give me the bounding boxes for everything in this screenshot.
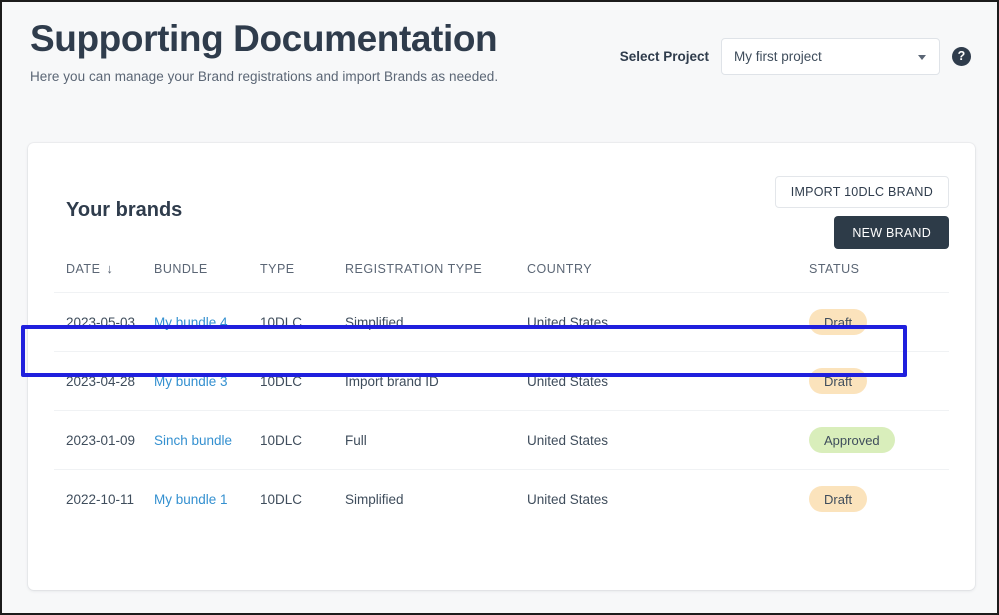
cell-type: 10DLC [260, 352, 345, 411]
bundle-link[interactable]: My bundle 4 [154, 315, 228, 330]
cell-date: 2022-10-11 [54, 470, 154, 529]
status-badge: Draft [809, 309, 867, 335]
import-10dlc-brand-button[interactable]: IMPORT 10DLC BRAND [775, 176, 949, 208]
project-selector: Select Project My first project ? [620, 38, 971, 75]
cell-date: 2023-05-03 [54, 293, 154, 352]
cell-registration-type: Full [345, 411, 527, 470]
table-header: DATE ↓ BUNDLE TYPE REGISTRATION TYPE COUN… [54, 261, 949, 293]
column-header-bundle[interactable]: BUNDLE [154, 261, 260, 293]
bundle-link[interactable]: Sinch bundle [154, 433, 232, 448]
table-row[interactable]: 2022-10-11My bundle 1 10DLCSimplifiedUnit… [54, 470, 949, 529]
table-row[interactable]: 2023-04-28My bundle 3 10DLCImport brand I… [54, 352, 949, 411]
cell-status: Approved [809, 411, 949, 470]
brands-table: DATE ↓ BUNDLE TYPE REGISTRATION TYPE COUN… [54, 261, 949, 529]
column-header-type[interactable]: TYPE [260, 261, 345, 293]
cell-country: United States [527, 470, 809, 529]
cell-status: Draft [809, 470, 949, 529]
table-row[interactable]: 2023-01-09Sinch bundle 10DLCFullUnited St… [54, 411, 949, 470]
status-badge: Draft [809, 486, 867, 512]
cell-registration-type: Simplified [345, 293, 527, 352]
project-dropdown-value: My first project [734, 49, 822, 64]
cell-status: Draft [809, 352, 949, 411]
cell-type: 10DLC [260, 411, 345, 470]
bundle-link[interactable]: My bundle 3 [154, 374, 228, 389]
status-badge: Draft [809, 368, 867, 394]
page-header: Supporting Documentation Here you can ma… [2, 2, 997, 120]
table-row[interactable]: 2023-05-03My bundle 4 10DLCSimplifiedUnit… [54, 293, 949, 352]
cell-bundle: My bundle 3 [154, 352, 260, 411]
cell-status: Draft [809, 293, 949, 352]
card-title: Your brands [66, 199, 182, 222]
select-project-label: Select Project [620, 49, 709, 64]
help-icon[interactable]: ? [952, 47, 971, 66]
bundle-link[interactable]: My bundle 1 [154, 492, 228, 507]
card-header: Your brands IMPORT 10DLC BRAND NEW BRAND [54, 143, 949, 261]
cell-type: 10DLC [260, 293, 345, 352]
sort-descending-icon: ↓ [106, 261, 113, 276]
cell-country: United States [527, 411, 809, 470]
screenshot-frame: Supporting Documentation Here you can ma… [0, 0, 999, 615]
chevron-down-icon [918, 55, 926, 60]
cell-date: 2023-04-28 [54, 352, 154, 411]
cell-type: 10DLC [260, 470, 345, 529]
column-header-status[interactable]: STATUS [809, 261, 949, 293]
cell-registration-type: Import brand ID [345, 352, 527, 411]
cell-bundle: My bundle 1 [154, 470, 260, 529]
column-header-registration-type[interactable]: REGISTRATION TYPE [345, 261, 527, 293]
table-header-row: DATE ↓ BUNDLE TYPE REGISTRATION TYPE COUN… [54, 261, 949, 293]
project-dropdown[interactable]: My first project [721, 38, 940, 75]
cell-date: 2023-01-09 [54, 411, 154, 470]
cell-country: United States [527, 352, 809, 411]
table-body: 2023-05-03My bundle 410DLCSimplifiedUnit… [54, 293, 949, 529]
column-header-date-label: DATE [66, 262, 100, 276]
cell-bundle: Sinch bundle [154, 411, 260, 470]
status-badge: Approved [809, 427, 895, 453]
brands-card: Your brands IMPORT 10DLC BRAND NEW BRAND… [28, 143, 975, 590]
column-header-country[interactable]: COUNTRY [527, 261, 809, 293]
cell-country: United States [527, 293, 809, 352]
cell-bundle: My bundle 4 [154, 293, 260, 352]
new-brand-button[interactable]: NEW BRAND [834, 216, 949, 249]
cell-registration-type: Simplified [345, 470, 527, 529]
column-header-date[interactable]: DATE ↓ [54, 261, 154, 293]
